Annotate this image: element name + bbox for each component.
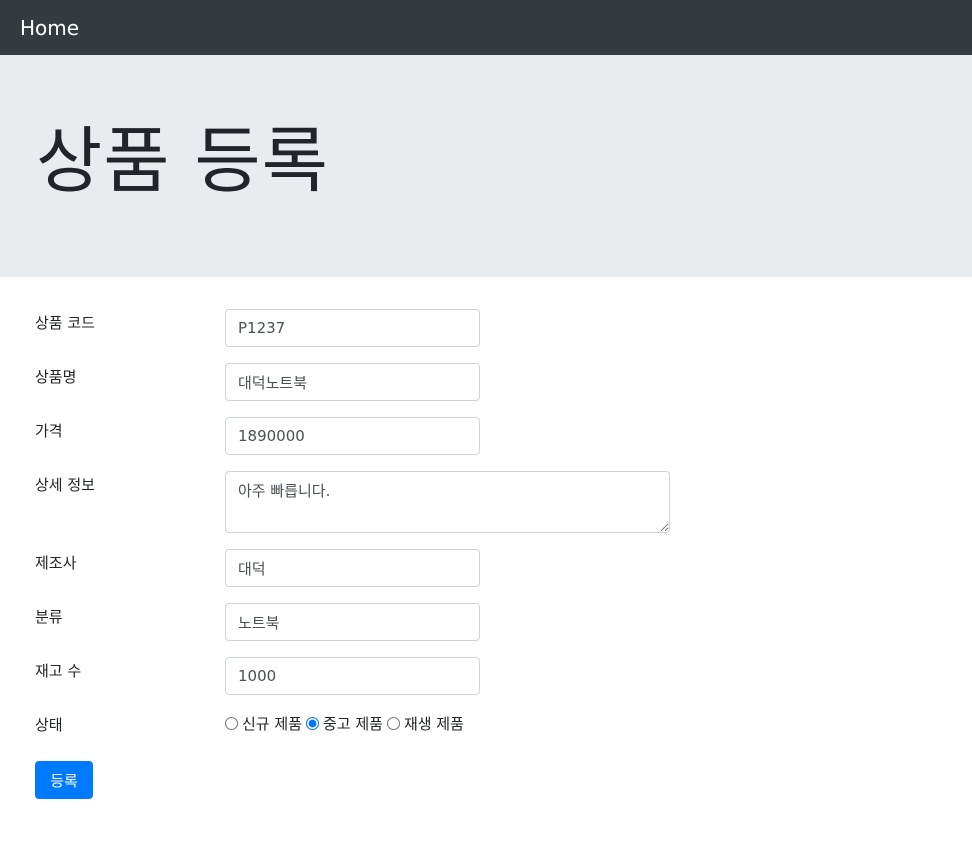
condition-radio-refurbished[interactable] bbox=[386, 717, 400, 730]
page-title: 상품 등록 bbox=[36, 119, 329, 203]
page-header: 상품 등록 bbox=[0, 55, 972, 277]
manufacturer-label: 제조사 bbox=[35, 554, 77, 572]
stock-input[interactable] bbox=[225, 657, 480, 695]
price-label: 가격 bbox=[35, 422, 63, 440]
stock-row: 재고 수 bbox=[35, 657, 972, 695]
condition-option-new-label: 신규 제품 bbox=[242, 715, 302, 733]
product-name-label: 상품명 bbox=[35, 368, 77, 386]
category-label: 분류 bbox=[35, 608, 63, 626]
condition-radio-group: 신규 제품 중고 제품 재생 제품 bbox=[225, 711, 468, 734]
description-textarea[interactable]: 아주 빠릅니다. bbox=[225, 471, 670, 533]
condition-option-used[interactable]: 중고 제품 bbox=[305, 713, 383, 734]
condition-radio-new[interactable] bbox=[225, 717, 238, 730]
manufacturer-input[interactable] bbox=[225, 549, 480, 587]
stock-label: 재고 수 bbox=[35, 662, 82, 680]
product-code-row: 상품 코드 bbox=[35, 309, 972, 347]
category-row: 분류 bbox=[35, 603, 972, 641]
product-name-input[interactable] bbox=[225, 363, 480, 401]
condition-row: 상태 신규 제품 중고 제품 재생 제품 bbox=[35, 711, 972, 735]
condition-option-new[interactable]: 신규 제품 bbox=[225, 713, 302, 734]
product-code-input[interactable] bbox=[225, 309, 480, 347]
condition-label: 상태 bbox=[35, 716, 63, 734]
navbar: Home bbox=[0, 0, 972, 55]
product-name-row: 상품명 bbox=[35, 363, 972, 401]
condition-option-used-label: 중고 제품 bbox=[322, 715, 383, 733]
price-input[interactable] bbox=[225, 417, 480, 455]
description-label: 상세 정보 bbox=[35, 476, 95, 494]
manufacturer-row: 제조사 bbox=[35, 549, 972, 587]
home-link[interactable]: Home bbox=[20, 16, 79, 40]
condition-option-refurbished[interactable]: 재생 제품 bbox=[386, 713, 464, 734]
condition-radio-used[interactable] bbox=[305, 717, 319, 730]
price-row: 가격 bbox=[35, 417, 972, 455]
description-row: 상세 정보 아주 빠릅니다. bbox=[35, 471, 972, 533]
category-input[interactable] bbox=[225, 603, 480, 641]
product-code-label: 상품 코드 bbox=[35, 314, 95, 332]
product-form: 상품 코드 상품명 가격 상세 정보 아주 빠릅니다. 제조사 분류 재고 수 … bbox=[0, 277, 972, 799]
submit-button[interactable]: 등록 bbox=[35, 761, 93, 799]
condition-option-refurbished-label: 재생 제품 bbox=[403, 715, 464, 733]
